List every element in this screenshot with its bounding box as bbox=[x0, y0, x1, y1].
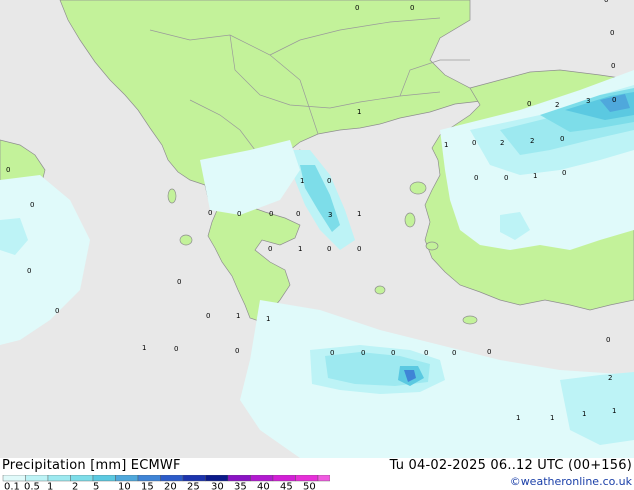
precip-value-label: 0 bbox=[27, 267, 31, 275]
precip-value-label: 1 bbox=[298, 245, 302, 253]
precip-value-label: 0 bbox=[55, 307, 59, 315]
precip-value-label: 0 bbox=[391, 349, 395, 357]
precip-value-label: 0 bbox=[237, 210, 241, 218]
precip-value-label: 1 bbox=[236, 312, 240, 320]
legend-color-box bbox=[25, 475, 49, 482]
legend-label: 45 bbox=[280, 482, 293, 490]
precip-value-label: 0 bbox=[330, 349, 334, 357]
precip-value-label: 0 bbox=[327, 177, 331, 185]
weather-map-page: 0002300102200010010013010000001001110000… bbox=[0, 0, 634, 490]
legend-color-box bbox=[92, 475, 116, 482]
precip-value-label: 2 bbox=[608, 374, 612, 382]
legend-color-box bbox=[272, 475, 296, 482]
precip-value-label: 1 bbox=[582, 410, 586, 418]
precip-value-label: 2 bbox=[500, 139, 504, 147]
precip-value-label: 0 bbox=[355, 4, 359, 12]
legend-color-box bbox=[70, 475, 94, 482]
precip-value-label: 0 bbox=[610, 29, 614, 37]
legend-label: 0.1 bbox=[4, 482, 20, 490]
precip-value-label: 3 bbox=[586, 97, 590, 105]
precip-value-label: 0 bbox=[452, 349, 456, 357]
precip-value-label: 1 bbox=[550, 414, 554, 422]
legend-color-scale bbox=[2, 475, 330, 482]
legend-color-box bbox=[115, 475, 139, 482]
precip-value-label: 1 bbox=[266, 315, 270, 323]
legend-label: 25 bbox=[187, 482, 200, 490]
precip-value-label: 0 bbox=[424, 349, 428, 357]
map-title: Precipitation [mm] ECMWF bbox=[2, 458, 181, 473]
legend-color-box bbox=[317, 475, 330, 482]
land-island-samos bbox=[425, 241, 439, 251]
precip-value-label: 1 bbox=[300, 177, 304, 185]
legend-color-box bbox=[295, 475, 319, 482]
precip-value-label: 1 bbox=[516, 414, 520, 422]
credit-link[interactable]: ©weatheronline.co.uk bbox=[510, 475, 632, 488]
precip-value-label: 0 bbox=[174, 345, 178, 353]
precip-value-label: 0 bbox=[269, 210, 273, 218]
precip-value-label: 0 bbox=[208, 209, 212, 217]
precip-value-label: 1 bbox=[142, 344, 146, 352]
precip-value-label: 0 bbox=[327, 245, 331, 253]
precip-value-label: 0 bbox=[474, 174, 478, 182]
precip-value-label: 0 bbox=[410, 4, 414, 12]
legend-label: 40 bbox=[257, 482, 270, 490]
precip-value-label: 0 bbox=[30, 201, 34, 209]
precip-value-label: 1 bbox=[612, 407, 616, 415]
legend-color-box bbox=[250, 475, 274, 482]
precipitation-map: 0 0 0 2 3 0 0 1 0 2 2 0 0 0 1 0 0 1 0 0 1 3 0 1 0 0 0 0 0 0 1 0 0 1 1 1 0 0 0 0… bbox=[0, 0, 634, 458]
legend-labels: 0.1 0.5 1 2 5 10 15 20 25 30 35 40 45 50 bbox=[4, 482, 316, 490]
legend-label: 50 bbox=[303, 482, 316, 490]
precip-value-label: 0 bbox=[6, 166, 10, 174]
legend-label: 30 bbox=[211, 482, 224, 490]
precip-value-label: 0 bbox=[472, 139, 476, 147]
legend-label: 1 bbox=[47, 482, 53, 490]
precip-value-label: 0 bbox=[560, 135, 564, 143]
legend-color-box bbox=[182, 475, 206, 482]
precip-value-label: 0 bbox=[357, 245, 361, 253]
precip-value-label: 0 bbox=[606, 336, 610, 344]
legend-color-box bbox=[2, 475, 26, 482]
valid-time: Tu 04-02-2025 06..12 UTC (00+156) bbox=[389, 458, 632, 473]
precip-value-label: 0 bbox=[206, 312, 210, 320]
precip-value-label: 1 bbox=[444, 141, 448, 149]
precip-value-label: 0 bbox=[611, 62, 615, 70]
precip-value-label: 0 bbox=[235, 347, 239, 355]
legend-color-box bbox=[227, 475, 251, 482]
legend-label: 10 bbox=[118, 482, 131, 490]
precip-value-label: 2 bbox=[530, 137, 534, 145]
precip-value-label: 0 bbox=[612, 96, 616, 104]
legend-color-box bbox=[160, 475, 184, 482]
land-island-corfu bbox=[167, 188, 177, 204]
precip-legend: 0.1 0.5 1 2 5 10 15 20 25 30 35 40 45 50 bbox=[2, 475, 330, 490]
land-island-kefalonia bbox=[179, 234, 193, 246]
precip-value-label: 0 bbox=[527, 100, 531, 108]
precip-value-label: 0 bbox=[604, 0, 608, 4]
legend-label: 20 bbox=[164, 482, 177, 490]
precip-value-label: 0 bbox=[504, 174, 508, 182]
precip-value-label: 0 bbox=[487, 348, 491, 356]
precip-value-label: 0 bbox=[177, 278, 181, 286]
land-island-chios bbox=[404, 212, 416, 228]
footer-bar: Precipitation [mm] ECMWF Tu 04-02-2025 0… bbox=[0, 458, 634, 490]
land-island-lesbos bbox=[409, 181, 427, 195]
precip-value-label: 0 bbox=[562, 169, 566, 177]
precip-value-label: 0 bbox=[361, 349, 365, 357]
legend-label: 5 bbox=[93, 482, 99, 490]
land-island-rhodes bbox=[462, 315, 478, 325]
legend-label: 15 bbox=[141, 482, 154, 490]
legend-color-box bbox=[137, 475, 161, 482]
precip-value-label: 2 bbox=[555, 101, 559, 109]
legend-label: 0.5 bbox=[24, 482, 40, 490]
land-island-naxos bbox=[374, 285, 386, 295]
legend-color-box bbox=[47, 475, 71, 482]
precip-value-label: 1 bbox=[357, 210, 361, 218]
precip-value-label: 1 bbox=[357, 108, 361, 116]
legend-label: 2 bbox=[72, 482, 78, 490]
precip-value-label: 0 bbox=[296, 210, 300, 218]
legend-color-box bbox=[205, 475, 229, 482]
precip-value-label: 0 bbox=[268, 245, 272, 253]
precip-value-label: 1 bbox=[533, 172, 537, 180]
precip-value-label: 3 bbox=[328, 211, 332, 219]
legend-label: 35 bbox=[234, 482, 247, 490]
